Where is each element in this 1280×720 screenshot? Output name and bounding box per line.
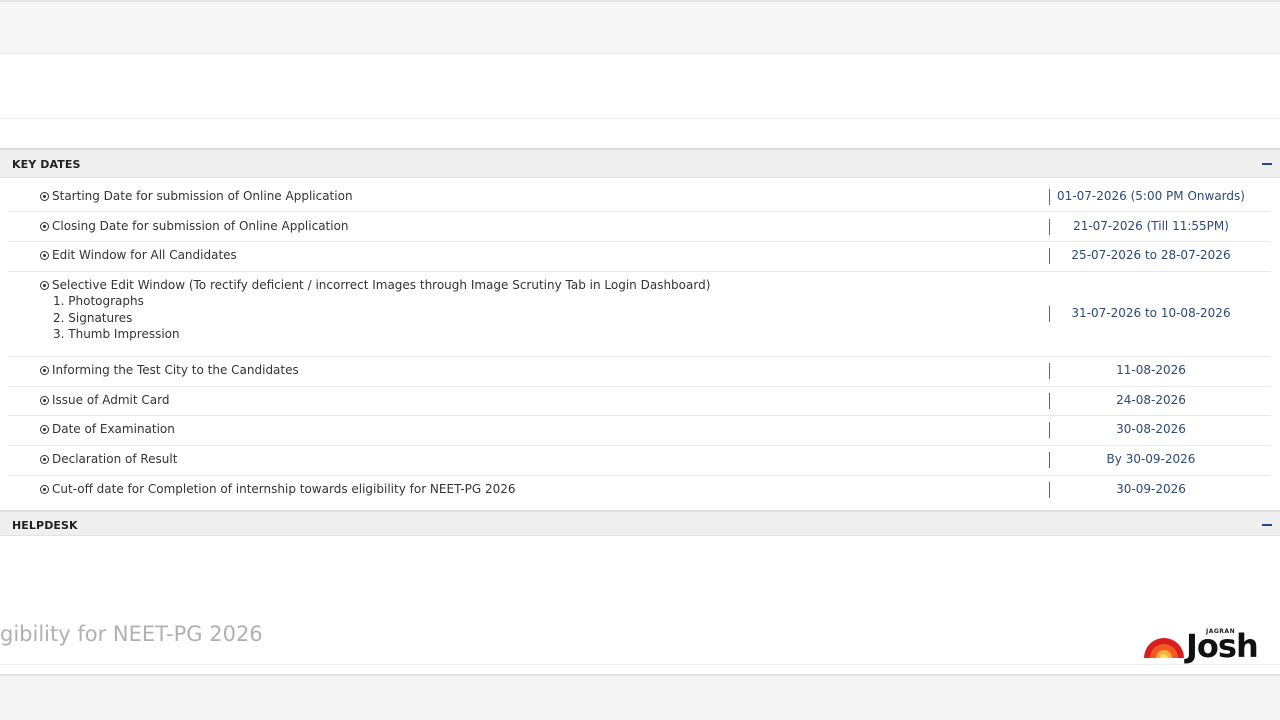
column-divider bbox=[1049, 306, 1050, 322]
row-date: 25-07-2026 to 28-07-2026 bbox=[1071, 248, 1231, 262]
circle-dot-icon bbox=[40, 365, 49, 375]
sunrise-logo-icon bbox=[1144, 638, 1184, 658]
sub-item: 3. Thumb Impression bbox=[53, 327, 180, 341]
column-divider bbox=[1049, 248, 1050, 264]
table-row: Closing Date for submission of Online Ap… bbox=[8, 212, 1270, 242]
circle-dot-icon bbox=[40, 484, 49, 494]
bottom-band bbox=[0, 674, 1280, 720]
row-date: 24-08-2026 bbox=[1116, 393, 1186, 407]
circle-dot-icon bbox=[40, 395, 49, 405]
row-label: Declaration of Result bbox=[52, 452, 178, 466]
table-row: Issue of Admit Card 24-08-2026 bbox=[8, 387, 1270, 416]
circle-dot-icon bbox=[40, 191, 49, 201]
column-divider bbox=[1049, 393, 1050, 409]
key-dates-title: KEY DATES bbox=[12, 158, 81, 171]
row-label: Edit Window for All Candidates bbox=[52, 248, 237, 262]
table-row: Starting Date for submission of Online A… bbox=[8, 182, 1270, 212]
circle-dot-icon bbox=[40, 454, 49, 464]
helpdesk-header[interactable]: HELPDESK bbox=[0, 510, 1280, 536]
sub-item: 2. Signatures bbox=[53, 311, 133, 325]
row-label: Closing Date for submission of Online Ap… bbox=[52, 219, 349, 233]
column-divider bbox=[1049, 482, 1050, 498]
table-row: Edit Window for All Candidates 25-07-202… bbox=[8, 242, 1270, 272]
row-date: 30-09-2026 bbox=[1116, 482, 1186, 496]
row-label: Issue of Admit Card bbox=[52, 393, 170, 407]
divider-line bbox=[0, 664, 1280, 665]
table-row: Date of Examination 30-08-2026 bbox=[8, 416, 1270, 446]
table-row: Informing the Test City to the Candidate… bbox=[8, 357, 1270, 387]
column-divider bbox=[1049, 363, 1050, 379]
row-label: Date of Examination bbox=[52, 422, 175, 436]
sub-item: 1. Photographs bbox=[53, 294, 144, 308]
top-band bbox=[0, 0, 1280, 54]
column-divider bbox=[1049, 422, 1050, 438]
row-label: Starting Date for submission of Online A… bbox=[52, 189, 353, 203]
circle-dot-icon bbox=[40, 424, 49, 434]
row-date: 21-07-2026 (Till 11:55PM) bbox=[1073, 219, 1229, 233]
background-caption: gibility for NEET-PG 2026 bbox=[0, 622, 263, 646]
jagran-josh-logo: JAGRAN Josh bbox=[1140, 626, 1259, 666]
table-row: Cut-off date for Completion of internshi… bbox=[8, 476, 1270, 506]
column-divider bbox=[1049, 452, 1050, 468]
table-row: Declaration of Result By 30-09-2026 bbox=[8, 446, 1270, 476]
divider-line bbox=[0, 118, 1280, 119]
logo-word: Josh bbox=[1186, 627, 1259, 665]
collapse-icon[interactable] bbox=[1262, 163, 1272, 165]
row-label: Cut-off date for Completion of internshi… bbox=[52, 482, 516, 496]
row-date: 11-08-2026 bbox=[1116, 363, 1186, 377]
table-row: Selective Edit Window (To rectify defici… bbox=[8, 272, 1270, 357]
row-date: By 30-09-2026 bbox=[1106, 452, 1196, 466]
row-label: Selective Edit Window (To rectify defici… bbox=[52, 278, 711, 292]
key-dates-header[interactable]: KEY DATES bbox=[0, 148, 1280, 178]
circle-dot-icon bbox=[40, 250, 49, 260]
column-divider bbox=[1049, 189, 1050, 205]
helpdesk-title: HELPDESK bbox=[12, 519, 78, 532]
row-date: 01-07-2026 (5:00 PM Onwards) bbox=[1057, 189, 1245, 203]
circle-dot-icon bbox=[40, 280, 49, 290]
row-date: 30-08-2026 bbox=[1116, 422, 1186, 436]
column-divider bbox=[1049, 219, 1050, 235]
row-date: 31-07-2026 to 10-08-2026 bbox=[1071, 306, 1231, 320]
collapse-icon[interactable] bbox=[1262, 524, 1272, 526]
row-label: Informing the Test City to the Candidate… bbox=[52, 363, 299, 377]
circle-dot-icon bbox=[40, 221, 49, 231]
